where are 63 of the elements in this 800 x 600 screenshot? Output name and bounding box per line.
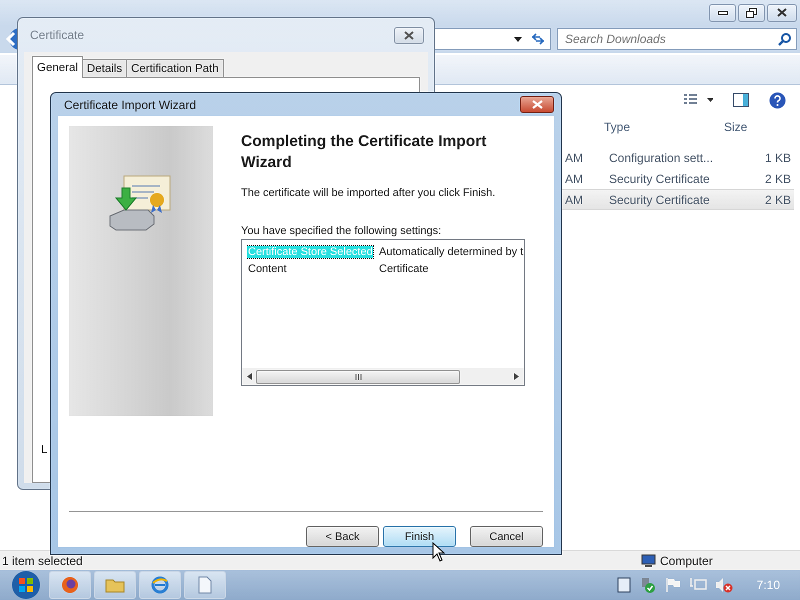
dropdown-icon[interactable] <box>514 36 522 42</box>
restore-button[interactable] <box>738 4 765 22</box>
tab[interactable]: General <box>32 56 83 78</box>
size-cell-text: 2 KB <box>764 192 791 206</box>
wizard-heading: Completing the Certificate Import Wizard <box>241 132 488 173</box>
refresh-icon[interactable] <box>530 32 546 46</box>
column-header[interactable]: Type <box>604 120 724 134</box>
browser-icon <box>150 575 170 595</box>
date-cell-text: AM <box>565 150 584 164</box>
tab[interactable]: Details <box>82 59 128 78</box>
document-icon <box>197 576 213 594</box>
folder-icon <box>105 577 125 593</box>
taskbar-button[interactable] <box>139 571 181 599</box>
restore-icon <box>746 8 757 18</box>
close-button[interactable] <box>520 96 554 113</box>
taskbar-button[interactable] <box>49 571 91 599</box>
close-icon <box>777 8 787 17</box>
view-options-icon[interactable] <box>683 94 713 106</box>
window-title: Certificate <box>30 28 84 42</box>
tab[interactable]: Certification Path <box>126 59 224 78</box>
settings-label: You have specified the following settings: <box>241 225 442 237</box>
close-icon <box>404 30 414 40</box>
search-icon[interactable] <box>778 32 791 46</box>
type-cell-text: Security Certificate <box>609 192 711 206</box>
wizard-button[interactable]: < Back <box>306 526 379 547</box>
wizard-button[interactable]: Cancel <box>470 526 543 547</box>
type-cell-text: Configuration sett... <box>609 150 714 164</box>
status-text: 1 item selected <box>2 554 83 568</box>
setting-name[interactable]: Content <box>247 262 373 274</box>
minimize-icon <box>718 10 728 14</box>
window-title: Certificate Import Wizard <box>64 98 196 112</box>
setting-value: Automatically determined by t <box>379 246 524 258</box>
file-row[interactable]: AM Configuration sett... 1 KB <box>562 147 794 168</box>
size-cell-text: 2 KB <box>764 172 791 186</box>
scrollbar[interactable] <box>242 368 524 385</box>
muted-speaker-icon[interactable] <box>714 577 733 593</box>
scroll-right-icon[interactable] <box>514 373 519 380</box>
computer-icon <box>640 554 656 568</box>
scroll-thumb[interactable] <box>256 370 460 384</box>
message-text: The certificate will be imported after you click Finish. <box>241 187 496 199</box>
search-field[interactable]: Search Downloads <box>557 28 797 50</box>
help-icon[interactable] <box>769 92 786 108</box>
file-row[interactable]: AM Security Certificate 2 KB <box>562 189 794 210</box>
close-button[interactable] <box>767 4 797 22</box>
close-button[interactable] <box>394 26 424 44</box>
minimize-button[interactable] <box>709 4 736 22</box>
date-cell-text: AM <box>565 192 584 206</box>
close-icon <box>532 100 542 109</box>
column-header[interactable]: Size <box>724 120 794 134</box>
taskbar-button[interactable] <box>94 571 136 599</box>
scroll-left-icon[interactable] <box>247 373 252 380</box>
cursor-icon <box>432 542 446 562</box>
grip-icon <box>354 374 362 380</box>
setting-value: Certificate <box>379 262 429 274</box>
type-cell-text: Security Certificate <box>609 172 711 186</box>
document-icon[interactable] <box>616 577 631 593</box>
size-cell-text: 1 KB <box>764 150 791 164</box>
taskbar-button[interactable] <box>184 571 226 599</box>
date-cell-text: AM <box>565 172 584 186</box>
location-text: Computer <box>660 554 713 568</box>
file-row[interactable]: AM Security Certificate 2 KB <box>562 168 794 189</box>
preview-pane-icon[interactable] <box>733 93 749 107</box>
wizard-button[interactable]: Finish <box>383 526 456 547</box>
